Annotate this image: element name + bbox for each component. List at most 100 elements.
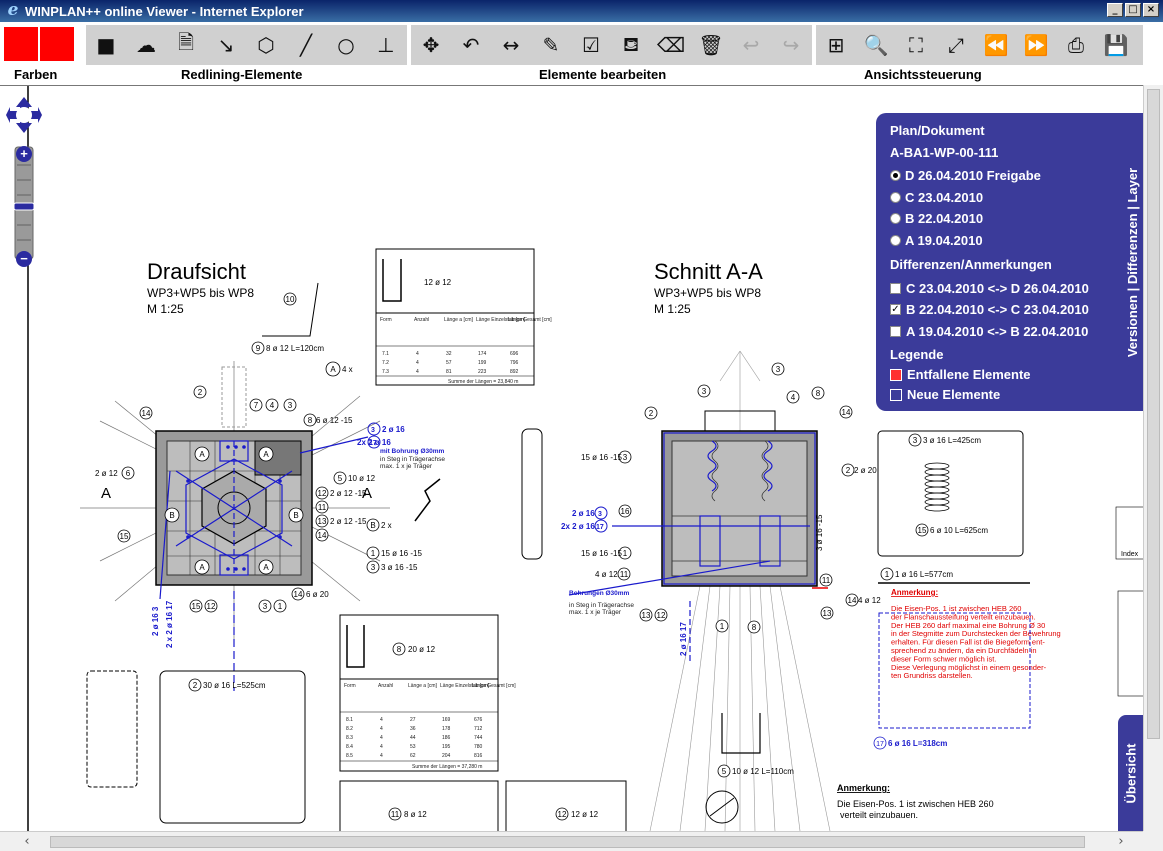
- print-icon[interactable]: ⎙: [1056, 25, 1096, 65]
- diff-option-a-b[interactable]: A 19.04.2010 <-> B 22.04.2010: [890, 324, 1088, 339]
- zoom-window-icon[interactable]: ⛶: [896, 25, 936, 65]
- version-option-b[interactable]: B 22.04.2010: [890, 211, 983, 226]
- hexagon-icon[interactable]: ⬡: [246, 25, 286, 65]
- text-document-icon[interactable]: 🗎: [166, 25, 206, 65]
- stamp-icon[interactable]: ⊥: [366, 25, 406, 65]
- scrollbar-corner: [1143, 831, 1163, 851]
- horizontal-scrollbar[interactable]: ‹ ›: [0, 831, 1143, 851]
- legend-swatch-red: [890, 368, 902, 381]
- line-icon[interactable]: ╱: [286, 25, 326, 65]
- table-cell: 174: [478, 351, 487, 357]
- svg-text:1: 1: [371, 549, 376, 558]
- svg-text:12: 12: [318, 489, 327, 498]
- svg-text:2 ø 16 17: 2 ø 16 17: [679, 622, 688, 656]
- svg-text:15: 15: [192, 602, 201, 611]
- version-option-c[interactable]: C 23.04.2010: [890, 190, 983, 205]
- circle-icon[interactable]: ○: [326, 25, 366, 65]
- legend-item-new: Neue Elemente: [890, 387, 1000, 402]
- radio-icon[interactable]: [890, 170, 901, 181]
- overview-tab[interactable]: Übersicht: [1118, 715, 1143, 831]
- redo-icon[interactable]: ↪: [771, 25, 811, 65]
- legend-heading: Legende: [890, 347, 944, 362]
- pan-icon[interactable]: ⊞: [816, 25, 856, 65]
- maximize-button[interactable]: □: [1125, 3, 1141, 17]
- scroll-right-icon[interactable]: ›: [1112, 833, 1130, 850]
- eraser-icon[interactable]: ⌫: [651, 25, 691, 65]
- horizontal-scroll-thumb[interactable]: [50, 836, 1085, 848]
- svg-text:14: 14: [842, 408, 851, 417]
- close-button[interactable]: ×: [1143, 3, 1159, 17]
- diff-option-b-c[interactable]: ✓ B 22.04.2010 <-> C 23.04.2010: [890, 302, 1089, 317]
- svg-text:3: 3: [702, 387, 707, 396]
- table-cell: 676: [474, 717, 483, 723]
- move-icon[interactable]: ✥: [411, 25, 451, 65]
- color-swatch-secondary[interactable]: [40, 27, 74, 61]
- svg-text:3: 3: [913, 436, 918, 445]
- blue-label-8: Bohrungen Ø30mm: [569, 590, 630, 597]
- color-swatch-primary[interactable]: [4, 27, 38, 61]
- scroll-left-icon[interactable]: ‹: [18, 833, 36, 850]
- rotate-icon[interactable]: ↶: [451, 25, 491, 65]
- panel-tab[interactable]: Versionen | Differenzen | Layer: [1122, 113, 1143, 411]
- bar-label-13-left: 2 ø 12 -15: [330, 517, 367, 526]
- pencil-icon[interactable]: ✎: [531, 25, 571, 65]
- blue-label-1: 2 ø 16: [382, 425, 405, 434]
- version-option-d[interactable]: D 26.04.2010 Freigabe: [890, 168, 1041, 183]
- checkbox-checked-icon[interactable]: ✓: [890, 304, 901, 315]
- bar-label-9: 8 ø 12 L=120cm: [266, 344, 324, 353]
- svg-text:11: 11: [318, 503, 327, 512]
- table-cell: 8.2: [346, 726, 353, 732]
- arrow-icon[interactable]: ↘: [206, 25, 246, 65]
- radio-icon[interactable]: [890, 192, 901, 203]
- checkbox-icon[interactable]: [890, 326, 901, 337]
- diff-option-c-d[interactable]: C 23.04.2010 <-> D 26.04.2010: [890, 281, 1089, 296]
- legend-label: Neue Elemente: [907, 387, 1001, 402]
- group-label-edit: Elemente bearbeiten: [539, 67, 667, 82]
- table2-title: 20 ø 12: [408, 645, 436, 654]
- table-cell: 36: [410, 726, 416, 732]
- bar-label-2x: 2 x: [381, 521, 392, 530]
- radio-icon[interactable]: [890, 235, 901, 246]
- cloud-icon[interactable]: ☁: [126, 25, 166, 65]
- filled-rectangle-icon[interactable]: ■: [86, 25, 126, 65]
- table-cell: 892: [510, 369, 519, 375]
- bar-label-14-left: 6 ø 20: [306, 590, 329, 599]
- undo-icon[interactable]: ↩: [731, 25, 771, 65]
- checkbox-icon[interactable]: ☑: [571, 25, 611, 65]
- fill-bucket-icon[interactable]: ⛾: [611, 25, 651, 65]
- version-option-a[interactable]: A 19.04.2010: [890, 233, 983, 248]
- zoom-slider-handle[interactable]: [13, 202, 35, 211]
- zoom-in-icon[interactable]: 🔍: [856, 25, 896, 65]
- svg-text:3: 3: [776, 365, 781, 374]
- svg-text:8: 8: [752, 623, 757, 632]
- black-note-line-2: verteilt einzubauen.: [840, 810, 918, 820]
- checkbox-icon[interactable]: [890, 283, 901, 294]
- legend-label: Entfallene Elemente: [907, 367, 1031, 382]
- next-view-icon[interactable]: ⏩: [1016, 25, 1056, 65]
- vertical-scrollbar[interactable]: [1143, 85, 1163, 831]
- svg-text:14: 14: [142, 409, 151, 418]
- previous-view-icon[interactable]: ⏪: [976, 25, 1016, 65]
- vertical-scroll-thumb[interactable]: [1147, 89, 1160, 739]
- resize-horizontal-icon[interactable]: ↔: [491, 25, 531, 65]
- minimize-button[interactable]: _: [1107, 3, 1123, 17]
- bar-label-3-left: 3 ø 16 -15: [381, 563, 418, 572]
- table-header-cell: Länge Gesamt [cm]: [472, 683, 516, 689]
- blue-label-7: 2x 2 ø 16: [561, 522, 595, 531]
- svg-text:2: 2: [846, 466, 851, 475]
- plan-document-heading: Plan/Dokument: [890, 123, 985, 138]
- bar-label-8-left: 6 ø 12 -15: [316, 416, 353, 425]
- bar-label-11-bottom: 8 ø 12: [404, 810, 427, 819]
- radio-icon[interactable]: [890, 213, 901, 224]
- svg-text:1: 1: [623, 549, 628, 558]
- trash-icon[interactable]: 🗑: [691, 25, 731, 65]
- save-icon[interactable]: 💾: [1096, 25, 1136, 65]
- fit-extent-icon[interactable]: ⤢: [936, 25, 976, 65]
- svg-text:9: 9: [256, 344, 261, 353]
- internet-explorer-icon: e: [7, 0, 19, 20]
- svg-text:B: B: [293, 511, 298, 520]
- table-cell: 744: [474, 735, 483, 741]
- pan-arrows[interactable]: [6, 97, 42, 133]
- svg-text:11: 11: [822, 576, 831, 585]
- table-cell: 204: [442, 753, 451, 759]
